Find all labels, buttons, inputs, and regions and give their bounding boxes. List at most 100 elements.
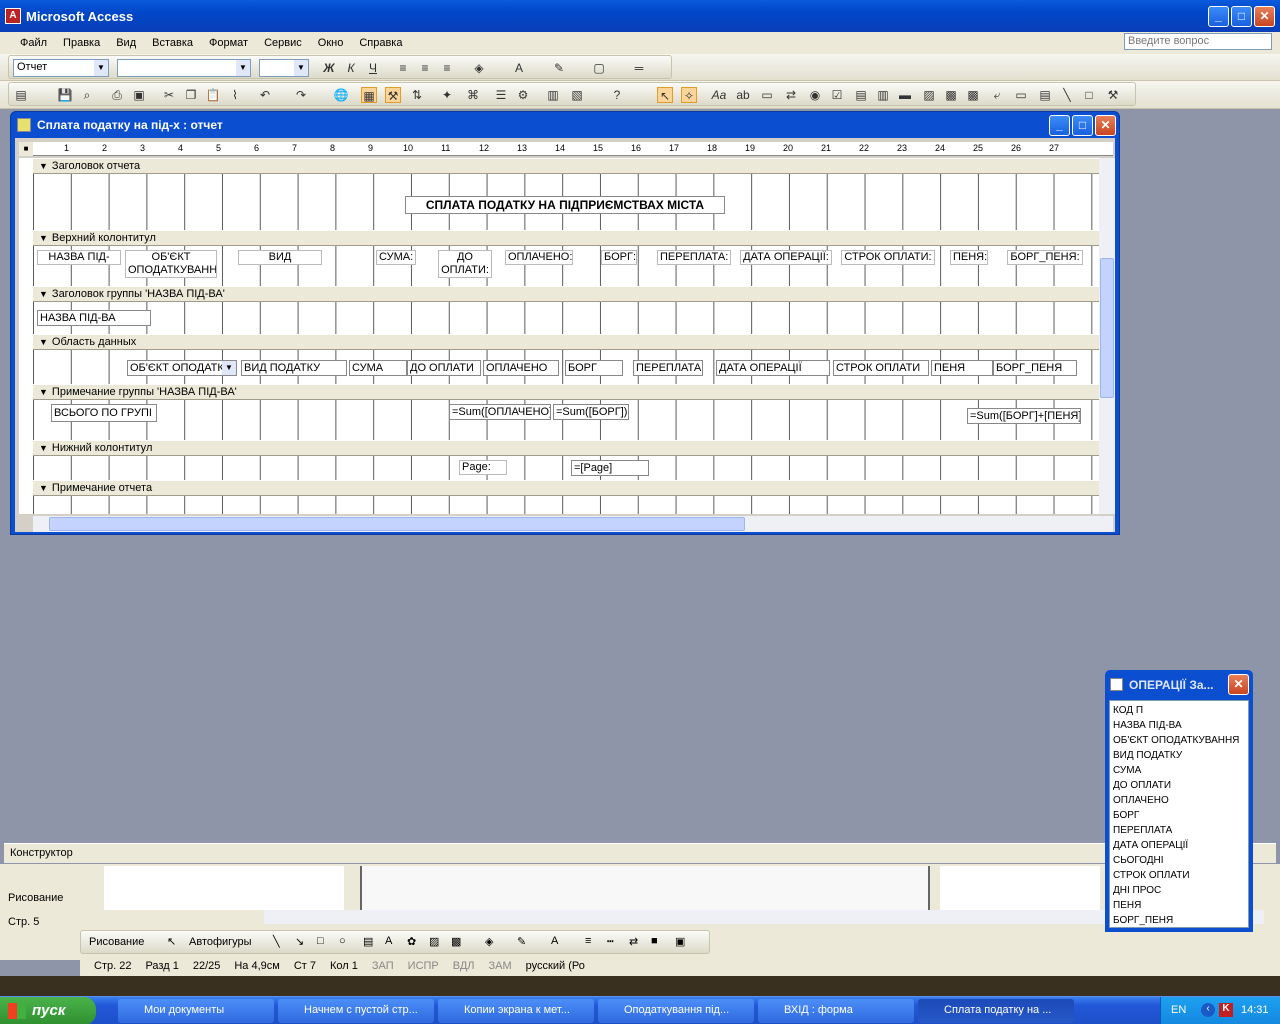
combo-box-icon[interactable]: ▤ <box>853 87 869 103</box>
menu-view[interactable]: Вид <box>116 37 136 49</box>
line-icon[interactable]: ╲ <box>273 935 280 948</box>
undo-icon[interactable]: ↶ <box>257 87 273 103</box>
close-button[interactable]: ✕ <box>1254 6 1275 27</box>
field-item[interactable]: СТРОК ОПЛАТИ <box>1113 868 1245 883</box>
detail-field-paid[interactable]: ОПЛАЧЕНО <box>483 360 559 376</box>
select-pointer-icon[interactable]: ↖ <box>167 935 176 948</box>
header-label-tax-type[interactable]: ВИД ПОДАТКУ: <box>238 250 322 265</box>
sum-paid-field[interactable]: =Sum([ОПЛАЧЕНО]) <box>449 404 551 420</box>
underline-button[interactable]: Ч <box>365 60 381 76</box>
header-label-company[interactable]: НАЗВА ПІД-ВА: <box>37 250 121 265</box>
section-report-header[interactable]: Заголовок отчета <box>33 158 1111 174</box>
menu-help[interactable]: Справка <box>359 37 402 49</box>
page-label[interactable]: Page: <box>459 460 507 475</box>
save-icon[interactable]: 💾 <box>57 87 73 103</box>
textbox-tool-icon[interactable]: ab <box>735 87 751 103</box>
fill-color-icon[interactable]: ◈ <box>471 60 487 76</box>
field-item[interactable]: НАЗВА ПІД-ВА <box>1113 718 1245 733</box>
select-objects-icon[interactable]: ↖ <box>657 87 673 103</box>
control-wizards-icon[interactable]: ✧ <box>681 87 697 103</box>
picture-icon[interactable]: ▩ <box>451 935 461 948</box>
field-item[interactable]: ОПЛАЧЕНО <box>1113 793 1245 808</box>
copy-icon[interactable]: ❐ <box>183 87 199 103</box>
header-label-debt-penalty[interactable]: БОРГ_ПЕНЯ: <box>1007 250 1083 265</box>
align-left-icon[interactable]: ≡ <box>395 60 411 76</box>
header-label-overpayment[interactable]: ПЕРЕПЛАТА: <box>657 250 731 265</box>
bold-button[interactable]: Ж <box>321 60 337 76</box>
maximize-button[interactable]: □ <box>1231 6 1252 27</box>
word-drawing-menu[interactable]: Рисование <box>8 892 80 910</box>
field-item[interactable]: ОБ'ЄКТ ОПОДАТКУВАННЯ <box>1113 733 1245 748</box>
properties-icon[interactable]: ☰ <box>493 87 509 103</box>
view-icon[interactable]: ▤ <box>13 87 29 103</box>
arrow-style-icon[interactable]: ⇄ <box>629 935 638 948</box>
page-break-icon[interactable]: ⤶ <box>989 87 1005 103</box>
section-detail[interactable]: Область данных <box>33 334 1111 350</box>
menu-file[interactable]: Файл <box>20 37 47 49</box>
detail-field-object[interactable]: ОБ'ЄКТ ОПОДАТК ▼ <box>127 360 237 376</box>
help-search-input[interactable]: Введите вопрос <box>1124 33 1272 50</box>
font-size-combo[interactable]: ▼ <box>259 59 309 77</box>
detail-field-due-date[interactable]: СТРОК ОПЛАТИ <box>833 360 929 376</box>
line-tool-icon[interactable]: ╲ <box>1059 87 1075 103</box>
report-maximize-button[interactable]: □ <box>1072 115 1093 136</box>
page-number-field[interactable]: =[Page] <box>571 460 649 476</box>
field-item[interactable]: ДНІ ПРОС <box>1113 883 1245 898</box>
header-label-operation-date[interactable]: ДАТА ОПЕРАЦІЇ: <box>740 250 832 265</box>
menu-window[interactable]: Окно <box>318 37 344 49</box>
language-indicator[interactable]: EN <box>1171 1004 1186 1016</box>
align-right-icon[interactable]: ≡ <box>439 60 455 76</box>
option-group-icon[interactable]: ▭ <box>759 87 775 103</box>
subform-icon[interactable]: ▤ <box>1037 87 1053 103</box>
rectangle-tool-icon[interactable]: □ <box>1081 87 1097 103</box>
hyperlink-icon[interactable]: 🌐 <box>333 87 349 103</box>
code-icon[interactable]: ⌘ <box>465 87 481 103</box>
sum-debt-field[interactable]: =Sum([БОРГ]) <box>553 404 629 420</box>
drawing-menu[interactable]: Рисование <box>89 936 144 948</box>
wordart-icon[interactable]: A <box>385 935 392 947</box>
database-window-icon[interactable]: ▥ <box>545 87 561 103</box>
textbox-icon[interactable]: ▤ <box>363 935 373 948</box>
search-icon[interactable]: ⌕ <box>79 87 95 103</box>
toolbox-icon[interactable]: ⚒ <box>385 87 401 103</box>
build-icon[interactable]: ⚙ <box>515 87 531 103</box>
section-report-footer[interactable]: Примечание отчета <box>33 480 1111 496</box>
field-list-close-button[interactable]: ✕ <box>1228 674 1249 695</box>
font-combo[interactable]: ▼ <box>117 59 251 77</box>
list-box-icon[interactable]: ▥ <box>875 87 891 103</box>
detail-field-operation-date[interactable]: ДАТА ОПЕРАЦІЇ <box>716 360 830 376</box>
line-style-icon[interactable]: ≡ <box>585 935 591 947</box>
detail-field-sum[interactable]: СУМА <box>349 360 407 376</box>
task-word-document-2[interactable]: Копии экрана к мет... <box>438 999 594 1023</box>
scroll-thumb[interactable] <box>1100 258 1114 398</box>
line-color-icon[interactable]: ✎ <box>517 935 526 948</box>
field-item[interactable]: ПЕРЕПЛАТА <box>1113 823 1245 838</box>
detail-field-debt[interactable]: БОРГ <box>565 360 623 376</box>
fill-color-icon[interactable]: ◈ <box>485 935 493 948</box>
menu-tools[interactable]: Сервис <box>264 37 302 49</box>
detail-field-tax-type[interactable]: ВИД ПОДАТКУ <box>241 360 347 376</box>
line-color-icon[interactable]: ✎ <box>551 60 567 76</box>
checkbox-icon[interactable]: ☑ <box>829 87 845 103</box>
task-report[interactable]: Сплата податку на ... <box>918 999 1074 1023</box>
more-controls-icon[interactable]: ⚒ <box>1105 87 1121 103</box>
task-login-form[interactable]: ВХІД : форма <box>758 999 914 1023</box>
rectangle-icon[interactable]: □ <box>317 935 324 947</box>
border-icon[interactable]: ▢ <box>591 60 607 76</box>
label-tool-icon[interactable]: Aa <box>711 87 727 103</box>
horizontal-scrollbar[interactable] <box>33 516 1113 532</box>
diagram-icon[interactable]: ✿ <box>407 935 416 948</box>
sum-total-field[interactable]: =Sum([БОРГ]+[ПЕНЯ]) <box>967 408 1081 424</box>
vertical-scrollbar[interactable] <box>1099 158 1115 514</box>
align-center-icon[interactable]: ≡ <box>417 60 433 76</box>
option-button-icon[interactable]: ◉ <box>807 87 823 103</box>
3d-icon[interactable]: ▣ <box>675 935 685 948</box>
field-item[interactable]: ДАТА ОПЕРАЦІЇ <box>1113 838 1245 853</box>
field-item[interactable]: БОРГ_ПЕНЯ <box>1113 913 1245 928</box>
field-item[interactable]: СЬОГОДНІ <box>1113 853 1245 868</box>
shadow-icon[interactable]: ■ <box>651 935 658 947</box>
field-item[interactable]: СУМА <box>1113 763 1245 778</box>
bound-object-icon[interactable]: ▩ <box>965 87 981 103</box>
section-page-footer[interactable]: Нижний колонтитул <box>33 440 1111 456</box>
font-color-icon[interactable]: A <box>511 60 527 76</box>
